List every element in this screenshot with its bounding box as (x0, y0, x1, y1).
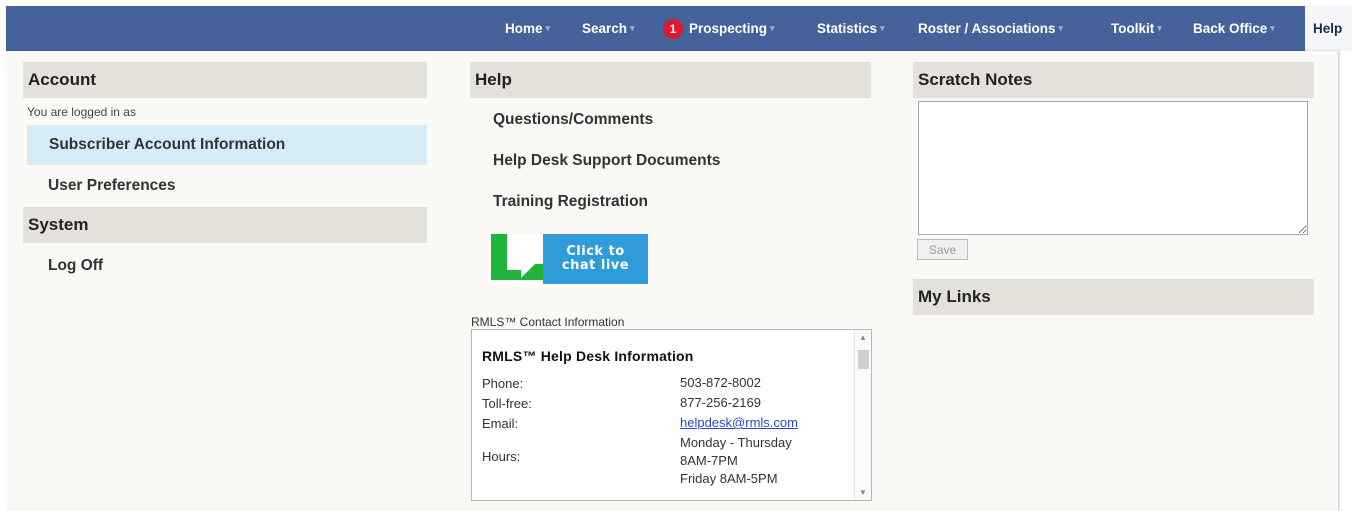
tollfree-label: Toll-free: (482, 396, 532, 411)
nav-toolkit[interactable]: Toolkit ▾ (1111, 6, 1162, 51)
log-off-link[interactable]: Log Off (48, 257, 103, 275)
phone-value: 503-872-8002 (680, 375, 761, 390)
save-button[interactable]: Save (917, 239, 968, 260)
questions-comments-link[interactable]: Questions/Comments (493, 111, 653, 129)
chevron-down-icon: ▾ (880, 23, 885, 33)
scroll-up-icon[interactable]: ▲ (859, 333, 867, 342)
chevron-down-icon: ▾ (545, 23, 551, 33)
email-link[interactable]: helpdesk@rmls.com (680, 415, 798, 430)
top-navigation-bar: Home ▾ Search ▾ 1 Prospecting ▾ Statistics ▾ … (6, 6, 1353, 51)
scratch-notes-textarea[interactable] (918, 101, 1308, 235)
hours-line2: 8AM-7PM (680, 453, 738, 468)
nav-search[interactable]: Search ▾ (582, 6, 635, 51)
main-content-panel: Account You are logged in as Subscriber … (6, 51, 1338, 511)
chat-line2: chat live (561, 258, 630, 273)
chevron-down-icon: ▾ (1270, 23, 1275, 33)
chevron-down-icon: ▾ (1058, 23, 1064, 33)
nav-back-office[interactable]: Back Office ▾ (1193, 6, 1275, 51)
tollfree-value: 877-256-2169 (680, 395, 761, 410)
nav-back-office-label: Back Office (1193, 21, 1268, 36)
nav-statistics-label: Statistics (817, 21, 878, 36)
logged-in-text: You are logged in as (27, 105, 136, 119)
chat-live-label: Click to chat live (543, 234, 648, 284)
nav-home-label: Home (505, 21, 543, 36)
scroll-down-icon[interactable]: ▼ (859, 488, 867, 497)
help-header: Help (470, 62, 871, 98)
nav-roster-associations[interactable]: Roster / Associations ▾ (918, 6, 1063, 51)
chevron-down-icon: ▾ (770, 23, 775, 33)
hours-value: Monday - Thursday 8AM-7PM Friday 8AM-5PM (680, 434, 792, 488)
nav-help[interactable]: Help (1305, 6, 1353, 51)
user-preferences-link[interactable]: User Preferences (48, 177, 176, 195)
account-header: Account (23, 62, 427, 98)
nav-search-label: Search (582, 21, 628, 36)
scroll-thumb[interactable] (858, 350, 869, 369)
subscriber-account-info-link[interactable]: Subscriber Account Information (49, 136, 285, 154)
nav-toolkit-label: Toolkit (1111, 21, 1155, 36)
email-label: Email: (482, 416, 519, 431)
scratch-notes-header: Scratch Notes (913, 62, 1314, 98)
nav-home[interactable]: Home ▾ (505, 6, 550, 51)
hours-label: Hours: (482, 449, 521, 464)
contact-info-label: RMLS™ Contact Information (471, 315, 625, 329)
chat-logo-icon (489, 234, 543, 284)
nav-prospecting[interactable]: 1 Prospecting ▾ (663, 6, 775, 51)
nav-roster-label: Roster / Associations (918, 21, 1056, 36)
my-links-header: My Links (913, 279, 1314, 315)
phone-label: Phone: (482, 376, 524, 391)
help-desk-docs-link[interactable]: Help Desk Support Documents (493, 152, 720, 170)
chevron-down-icon: ▾ (630, 23, 635, 33)
help-desk-title: RMLS™ Help Desk Information (482, 348, 694, 364)
hours-line3: Friday 8AM-5PM (680, 471, 778, 486)
contact-info-box[interactable]: RMLS™ Help Desk Information Phone: 503-8… (471, 329, 872, 501)
chevron-down-icon: ▾ (1157, 23, 1162, 33)
contact-scrollbar[interactable]: ▲ ▼ (854, 330, 871, 500)
training-registration-link[interactable]: Training Registration (493, 193, 648, 211)
hours-line1: Monday - Thursday (680, 435, 792, 450)
chat-line1: Click to (566, 244, 625, 259)
nav-statistics[interactable]: Statistics ▾ (817, 6, 885, 51)
nav-prospecting-label: Prospecting (689, 21, 768, 36)
chat-live-button[interactable]: Click to chat live (489, 234, 648, 284)
notification-badge: 1 (663, 18, 683, 39)
nav-help-label: Help (1313, 21, 1343, 36)
system-header: System (23, 207, 427, 243)
contact-info-content: RMLS™ Help Desk Information Phone: 503-8… (482, 348, 852, 486)
